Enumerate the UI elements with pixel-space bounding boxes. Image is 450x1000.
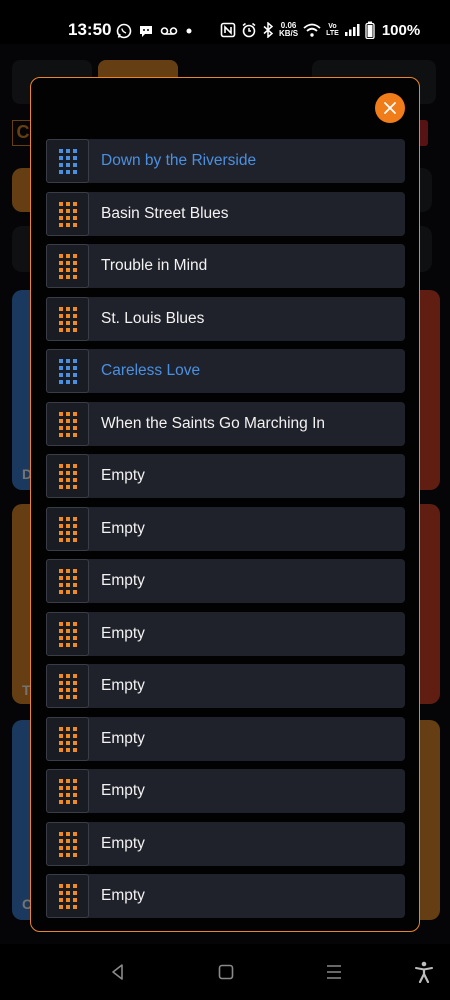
- battery-percent: 100%: [381, 21, 421, 39]
- volte-top: Vo: [328, 23, 337, 30]
- song-title: Empty: [101, 677, 145, 694]
- song-title: Empty: [101, 835, 145, 852]
- song-title: When the Saints Go Marching In: [101, 415, 326, 432]
- recents-button[interactable]: [322, 960, 346, 984]
- song-title: Empty: [101, 782, 145, 799]
- drag-handle-icon[interactable]: [46, 769, 89, 813]
- song-title: Empty: [101, 572, 145, 589]
- song-title: Empty: [101, 625, 145, 642]
- song-list-item[interactable]: Empty: [46, 559, 405, 603]
- volte-bottom: LTE: [326, 30, 339, 37]
- song-title: Empty: [101, 467, 145, 484]
- grip-dots-icon: [58, 831, 77, 857]
- song-list-item[interactable]: Down by the Riverside: [46, 139, 405, 183]
- drag-handle-icon[interactable]: [46, 507, 89, 551]
- song-list-item[interactable]: Empty: [46, 717, 405, 761]
- song-title: Trouble in Mind: [101, 257, 208, 274]
- song-list-modal: Down by the Riverside Basin Street Blues T…: [30, 77, 420, 932]
- system-icons: 0.06 KB/S Vo LTE 100%: [220, 18, 420, 42]
- drag-handle-icon[interactable]: [46, 454, 89, 498]
- grip-dots-icon: [58, 883, 77, 909]
- song-list-item[interactable]: Empty: [46, 664, 405, 708]
- song-title: Empty: [101, 730, 145, 747]
- drag-handle-icon[interactable]: [46, 717, 89, 761]
- grip-dots-icon: [58, 148, 77, 174]
- navigation-bar: [0, 944, 450, 1000]
- alarm-icon: [242, 22, 256, 38]
- grip-dots-icon: [58, 621, 77, 647]
- song-list-item[interactable]: When the Saints Go Marching In: [46, 402, 405, 446]
- clock: 13:50: [68, 20, 112, 39]
- recents-lines-icon: [327, 965, 341, 979]
- grip-dots-icon: [58, 568, 77, 594]
- grip-dots-icon: [58, 463, 77, 489]
- song-list-item[interactable]: Empty: [46, 612, 405, 656]
- nfc-icon: [220, 22, 236, 38]
- drag-handle-icon[interactable]: [46, 402, 89, 446]
- back-triangle-icon: [112, 964, 123, 980]
- song-list-item[interactable]: Empty: [46, 769, 405, 813]
- home-button[interactable]: [214, 960, 238, 984]
- song-list-item[interactable]: Careless Love: [46, 349, 405, 393]
- close-button[interactable]: [375, 93, 405, 123]
- chat-bubble-icon: [140, 26, 152, 37]
- song-title: Down by the Riverside: [101, 152, 257, 169]
- back-button[interactable]: [106, 960, 130, 984]
- drag-handle-icon[interactable]: [46, 822, 89, 866]
- grip-dots-icon: [58, 253, 77, 279]
- grip-dots-icon: [58, 673, 77, 699]
- song-title: Careless Love: [101, 362, 201, 379]
- song-list-item[interactable]: Empty: [46, 507, 405, 551]
- grip-dots-icon: [58, 306, 77, 332]
- network-speed: 0.06 KB/S: [279, 22, 298, 38]
- notification-icons: [116, 20, 194, 42]
- song-list-item[interactable]: Empty: [46, 874, 405, 918]
- drag-handle-icon[interactable]: [46, 559, 89, 603]
- grip-dots-icon: [58, 726, 77, 752]
- song-title: Empty: [101, 887, 145, 904]
- drag-handle-icon[interactable]: [46, 612, 89, 656]
- song-list-item[interactable]: Trouble in Mind: [46, 244, 405, 288]
- drag-handle-icon[interactable]: [46, 192, 89, 236]
- home-square-icon: [218, 964, 234, 980]
- battery-icon: [365, 21, 375, 39]
- close-icon: [384, 102, 396, 114]
- grip-dots-icon: [58, 778, 77, 804]
- drag-handle-icon[interactable]: [46, 874, 89, 918]
- grip-dots-icon: [58, 358, 77, 384]
- grip-dots-icon: [58, 516, 77, 542]
- song-title: Empty: [101, 520, 145, 537]
- dot-indicator-icon: [186, 28, 192, 34]
- drag-handle-icon[interactable]: [46, 297, 89, 341]
- accessibility-icon: [415, 961, 433, 983]
- song-list-item[interactable]: Empty: [46, 822, 405, 866]
- whatsapp-icon: [116, 23, 132, 39]
- drag-handle-icon[interactable]: [46, 664, 89, 708]
- accessibility-button[interactable]: [412, 960, 436, 984]
- drag-handle-icon[interactable]: [46, 139, 89, 183]
- song-title: St. Louis Blues: [101, 310, 205, 327]
- song-list-item[interactable]: Basin Street Blues: [46, 192, 405, 236]
- drag-handle-icon[interactable]: [46, 244, 89, 288]
- drag-handle-icon[interactable]: [46, 349, 89, 393]
- song-list-item[interactable]: St. Louis Blues: [46, 297, 405, 341]
- voicemail-icon: [160, 27, 178, 35]
- wifi-icon: [303, 23, 321, 37]
- volte-indicator: Vo LTE: [326, 23, 339, 37]
- bluetooth-icon: [263, 22, 274, 38]
- grip-dots-icon: [58, 411, 77, 437]
- song-list-item[interactable]: Empty: [46, 454, 405, 498]
- signal-icon: [344, 24, 360, 36]
- song-title: Basin Street Blues: [101, 205, 229, 222]
- net-speed-unit: KB/S: [279, 29, 299, 38]
- grip-dots-icon: [58, 201, 77, 227]
